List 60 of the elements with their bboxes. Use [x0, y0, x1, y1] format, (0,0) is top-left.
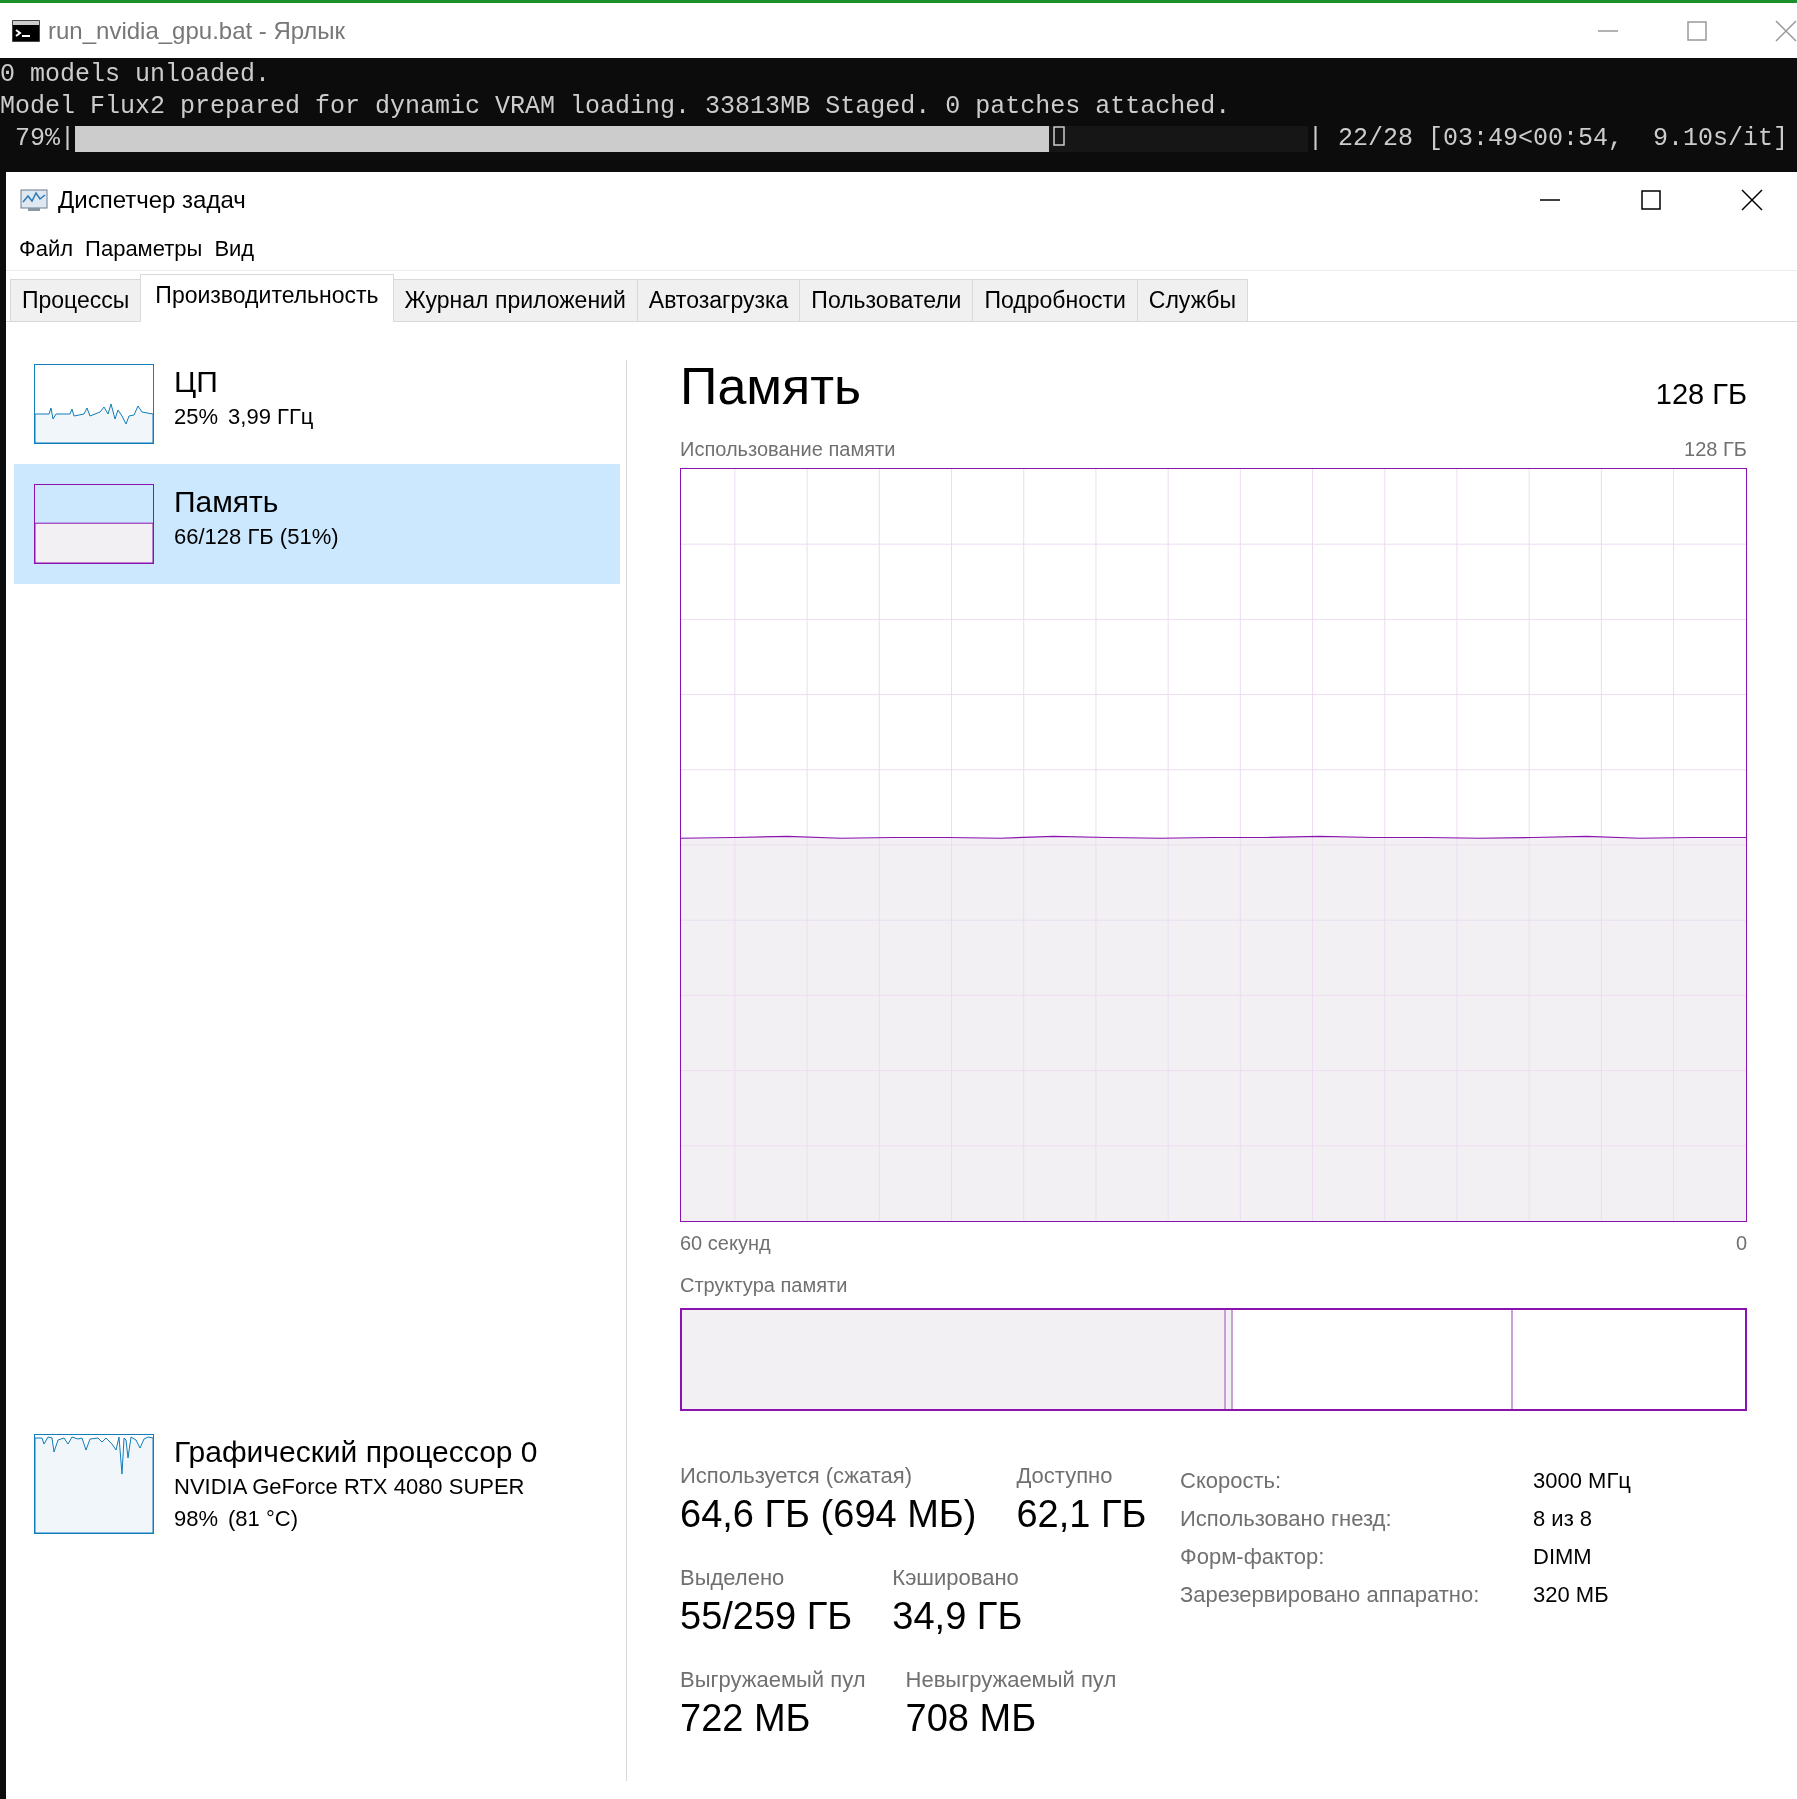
stat-label: Кэшировано: [892, 1564, 1020, 1592]
tab[interactable]: Журнал приложений: [392, 279, 638, 321]
property-label: Зарезервировано аппаратно:: [1180, 1582, 1481, 1608]
sidebar-item[interactable]: Графический процессор 0 NVIDIA GeForce RTX 4080 SUPER 98% (81 °C): [14, 1414, 620, 1554]
item-detail: NVIDIA GeForce RTX 4080 SUPER: [174, 1473, 525, 1501]
maximize-icon[interactable]: [1641, 190, 1661, 210]
property-label: Использовано гнезд:: [1180, 1506, 1393, 1532]
property-label: Скорость:: [1180, 1468, 1283, 1494]
tab[interactable]: Подробности: [972, 279, 1138, 321]
window-title: Диспетчер задач: [58, 186, 247, 214]
graph-max: 128 ГБ: [1684, 437, 1747, 462]
progress-percent: 79%|: [14, 123, 75, 155]
total-memory: 128 ГБ: [1655, 378, 1747, 411]
property-label: Форм-фактор:: [1180, 1544, 1326, 1570]
panel-title: Память: [680, 356, 862, 417]
sidebar-item[interactable]: Память 66/128 ГБ (51%): [14, 464, 620, 584]
tab[interactable]: Производительность: [140, 274, 394, 322]
missing-glyph-icon: [1053, 126, 1066, 146]
axis-label: 0: [1735, 1231, 1747, 1256]
stat-label: Выгружаемый пул: [680, 1666, 866, 1694]
console-icon: [12, 19, 40, 42]
task-manager-icon: [20, 187, 50, 213]
tab[interactable]: Службы: [1136, 279, 1248, 321]
stat-label: Выделено: [680, 1564, 786, 1592]
property-value: 320 МБ: [1533, 1582, 1610, 1608]
stat-value: 62,1 ГБ: [1016, 1492, 1147, 1537]
stat-value: 34,9 ГБ: [892, 1594, 1023, 1639]
stat-value: 722 МБ: [680, 1696, 812, 1741]
property-value: DIMM: [1533, 1544, 1593, 1570]
stat-value: 64,6 ГБ (694 МБ): [680, 1492, 977, 1537]
sidebar-item[interactable]: ЦП 25% 3,99 ГГц: [14, 344, 620, 464]
item-title: ЦП: [174, 364, 219, 400]
tab[interactable]: Автозагрузка: [636, 279, 801, 321]
composition-label: Структура памяти: [680, 1273, 848, 1298]
console-line: 0 models unloaded.: [0, 59, 272, 91]
item-title: Память: [174, 484, 280, 520]
property-value: 3000 МГц: [1533, 1468, 1631, 1494]
item-detail: 66/128 ГБ (51%): [174, 523, 339, 551]
console-line: Model Flux2 prepared for dynamic VRAM loading. 33813MB Staged. 0 patches attached.: [0, 91, 1232, 123]
graph-label: Использование памяти: [680, 437, 896, 462]
item-detail: (81 °C): [228, 1505, 298, 1533]
stat-label: Невыгружаемый пул: [905, 1666, 1117, 1694]
item-detail: 3,99 ГГц: [228, 403, 314, 431]
menu-item[interactable]: Файл: [13, 236, 80, 262]
item-detail: 25%: [174, 403, 219, 431]
tab[interactable]: Пользователи: [799, 279, 974, 321]
menu-item[interactable]: Параметры: [79, 236, 209, 262]
axis-label: 60 секунд: [680, 1231, 771, 1256]
menu-item[interactable]: Вид: [208, 236, 261, 262]
stat-label: Используется (сжатая): [680, 1462, 914, 1490]
progress-status: | 22/28 [03:49<00:54, 9.10s/it]: [1308, 123, 1789, 155]
close-icon[interactable]: [1741, 189, 1763, 211]
item-detail: 98%: [174, 1505, 219, 1533]
stat-label: Доступно: [1016, 1462, 1114, 1490]
property-value: 8 из 8: [1533, 1506, 1594, 1532]
console-title: run_nvidia_gpu.bat - Ярлык: [48, 16, 347, 45]
tab[interactable]: Процессы: [10, 279, 142, 321]
stat-value: 55/259 ГБ: [680, 1594, 853, 1639]
item-title: Графический процессор 0: [174, 1434, 538, 1470]
stat-value: 708 МБ: [905, 1696, 1038, 1741]
